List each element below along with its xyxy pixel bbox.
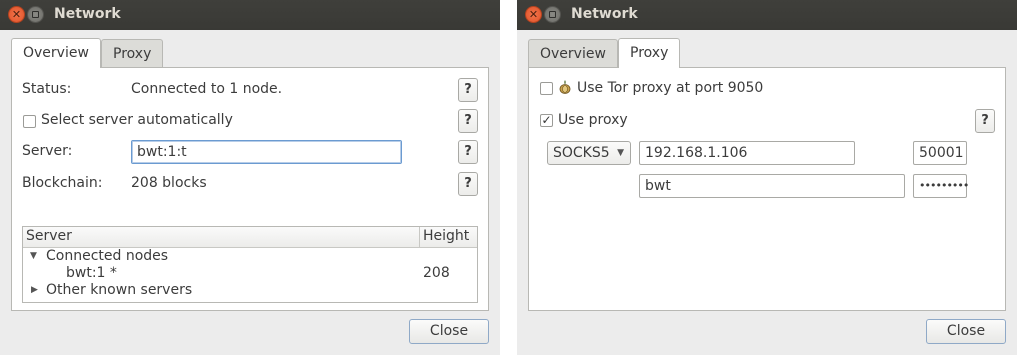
window-close-icon[interactable]: ✕ bbox=[525, 6, 542, 23]
title-bar[interactable]: ✕ Network bbox=[0, 0, 500, 30]
tab-overview[interactable]: Overview bbox=[528, 39, 618, 67]
tab-proxy[interactable]: Proxy bbox=[101, 39, 164, 67]
server-input[interactable]: bwt:1:t bbox=[131, 140, 402, 164]
proxy-panel: Use Tor proxy at port 9050 ✓ Use proxy ?… bbox=[528, 67, 1006, 311]
network-dialog-overview: ✕ Network Overview Proxy Status: Connect… bbox=[0, 0, 500, 355]
auto-server-checkbox[interactable] bbox=[23, 115, 36, 128]
proxy-port-input[interactable]: 50001 bbox=[913, 141, 967, 165]
title-bar[interactable]: ✕ Network bbox=[517, 0, 1017, 30]
use-proxy-label: Use proxy bbox=[558, 112, 628, 128]
overview-panel: Status: Connected to 1 node. ? Select se… bbox=[11, 67, 489, 311]
node-label: bwt:1 * bbox=[66, 265, 117, 281]
close-button[interactable]: Close bbox=[409, 319, 489, 344]
tree-row-other-servers[interactable]: ▶ Other known servers bbox=[23, 282, 477, 299]
tree-header: Server Height bbox=[23, 227, 477, 248]
collapsed-arrow-icon[interactable]: ▶ bbox=[31, 285, 38, 295]
blockchain-label: Blockchain: bbox=[22, 175, 103, 191]
dropdown-arrow-icon: ▼ bbox=[617, 148, 624, 158]
window-title: Network bbox=[571, 6, 638, 22]
tor-onion-icon bbox=[559, 80, 571, 94]
window-title: Network bbox=[54, 6, 121, 22]
tree-row-node[interactable]: bwt:1 * 208 bbox=[23, 265, 477, 282]
tree-row-connected-nodes[interactable]: ▼ Connected nodes bbox=[23, 248, 477, 265]
server-tree[interactable]: Server Height ▼ Connected nodes bwt:1 * … bbox=[22, 226, 478, 303]
use-proxy-help-button[interactable]: ? bbox=[975, 109, 995, 133]
proxy-password-input[interactable]: ••••••••• bbox=[913, 174, 969, 198]
window-minimize-icon[interactable] bbox=[27, 6, 44, 23]
close-button[interactable]: Close bbox=[926, 319, 1006, 344]
proxy-username-input[interactable]: bwt bbox=[639, 174, 905, 198]
server-help-button[interactable]: ? bbox=[458, 140, 478, 164]
network-dialog-proxy: ✕ Network Overview Proxy Use Tor proxy a… bbox=[517, 0, 1017, 355]
proxy-host-input[interactable]: 192.168.1.106 bbox=[639, 141, 855, 165]
window-close-icon[interactable]: ✕ bbox=[8, 6, 25, 23]
node-height: 208 bbox=[423, 265, 450, 281]
blockchain-help-button[interactable]: ? bbox=[458, 172, 478, 196]
window-minimize-icon[interactable] bbox=[544, 6, 561, 23]
tab-proxy[interactable]: Proxy bbox=[618, 38, 681, 68]
status-label: Status: bbox=[22, 81, 72, 97]
status-help-button[interactable]: ? bbox=[458, 78, 478, 102]
tab-overview[interactable]: Overview bbox=[11, 38, 101, 68]
auto-server-help-button[interactable]: ? bbox=[458, 109, 478, 133]
server-label: Server: bbox=[22, 143, 73, 159]
proxy-type-value: SOCKS5 bbox=[553, 145, 610, 161]
tor-proxy-checkbox[interactable] bbox=[540, 82, 553, 95]
column-header-server[interactable]: Server bbox=[26, 228, 72, 244]
blockchain-value: 208 blocks bbox=[131, 175, 207, 191]
use-proxy-checkbox[interactable]: ✓ bbox=[540, 114, 553, 127]
status-value: Connected to 1 node. bbox=[131, 81, 283, 97]
tor-proxy-label: Use Tor proxy at port 9050 bbox=[577, 80, 764, 96]
expanded-arrow-icon[interactable]: ▼ bbox=[30, 251, 37, 261]
column-header-height[interactable]: Height bbox=[423, 228, 469, 244]
proxy-type-select[interactable]: SOCKS5 ▼ bbox=[547, 141, 631, 165]
auto-server-label: Select server automatically bbox=[41, 112, 233, 128]
